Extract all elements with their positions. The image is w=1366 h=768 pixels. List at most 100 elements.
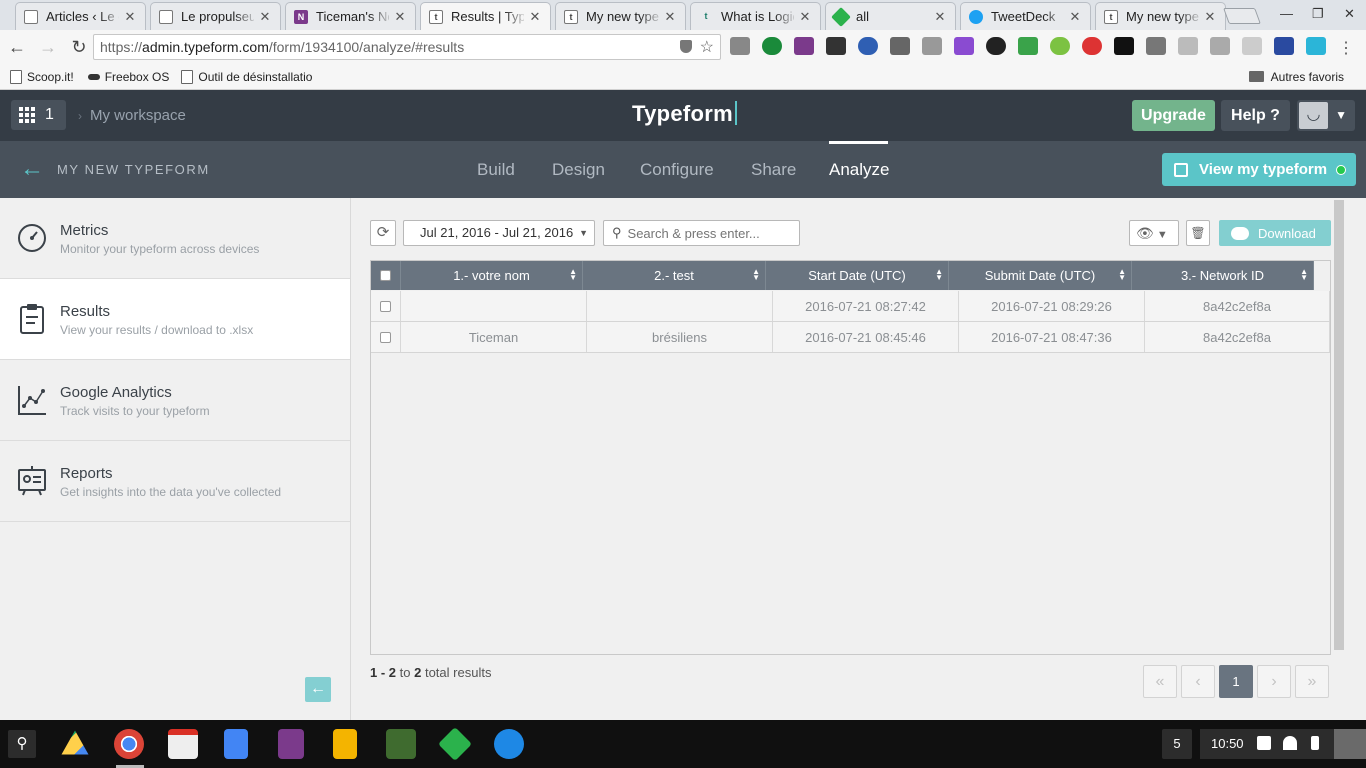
- extension-icon[interactable]: [986, 37, 1006, 55]
- browser-tab-active[interactable]: tResults | Type✕: [420, 2, 551, 30]
- tab-share[interactable]: Share: [751, 160, 796, 180]
- gmail-icon[interactable]: [168, 729, 198, 759]
- extension-icon[interactable]: [1146, 37, 1166, 55]
- notification-count[interactable]: 5: [1162, 729, 1192, 759]
- feedly-icon[interactable]: [438, 727, 472, 761]
- page-button-current[interactable]: 1: [1219, 665, 1253, 698]
- tab-configure[interactable]: Configure: [640, 160, 714, 180]
- column-header[interactable]: Start Date (UTC) ▲ ▼: [766, 261, 949, 290]
- maximize-icon[interactable]: ❐: [1312, 6, 1324, 22]
- close-icon[interactable]: ✕: [393, 9, 407, 25]
- close-icon[interactable]: ✕: [258, 9, 272, 25]
- back-icon[interactable]: ←: [3, 33, 31, 61]
- rss-icon[interactable]: [1242, 37, 1262, 55]
- extension-icon[interactable]: [1274, 37, 1294, 55]
- close-icon[interactable]: ✕: [798, 9, 812, 25]
- onenote-icon[interactable]: [278, 729, 304, 759]
- menu-icon[interactable]: ⋮: [1338, 38, 1354, 58]
- browser-tab[interactable]: tMy new typefo✕: [555, 2, 686, 30]
- column-header[interactable]: 1.- votre nom ▲ ▼: [401, 261, 583, 290]
- tab-build[interactable]: Build: [477, 160, 515, 180]
- browser-tab[interactable]: N Ticeman's No ✕: [285, 2, 416, 30]
- app-icon[interactable]: [386, 729, 416, 759]
- browser-tab[interactable]: TweetDeck ✕: [960, 2, 1091, 30]
- help-button[interactable]: Help ?: [1221, 100, 1290, 131]
- bookmark-star-icon[interactable]: ☆: [700, 37, 714, 57]
- sort-icon[interactable]: ▲ ▼: [1118, 268, 1126, 282]
- bookmark-item[interactable]: Outil de désinstallatio: [181, 69, 312, 84]
- sidebar-item-metrics[interactable]: Metrics Monitor your typeform across dev…: [0, 198, 350, 279]
- shield-icon[interactable]: [680, 40, 692, 53]
- sidebar-item-results[interactable]: Results View your results / download to …: [0, 279, 350, 360]
- close-window-icon[interactable]: ✕: [1344, 6, 1355, 22]
- extension-icon[interactable]: [1178, 37, 1198, 55]
- extension-icon[interactable]: [826, 37, 846, 55]
- table-row[interactable]: Ticeman brésiliens 2016-07-21 08:45:46 2…: [371, 322, 1330, 353]
- next-page-button[interactable]: ›: [1257, 665, 1291, 698]
- extension-icon[interactable]: [890, 37, 910, 55]
- column-header[interactable]: 3.- Network ID ▲ ▼: [1132, 261, 1314, 290]
- google-slides-icon[interactable]: [333, 729, 357, 759]
- extension-icon[interactable]: [1210, 37, 1230, 55]
- brackets-icon[interactable]: [1306, 37, 1326, 55]
- bookmark-item[interactable]: Freebox OS: [87, 70, 169, 84]
- row-checkbox[interactable]: [380, 300, 391, 312]
- extension-icon[interactable]: [730, 37, 750, 55]
- browser-tab[interactable]: Articles ‹ Le co✕: [15, 2, 146, 30]
- first-page-button[interactable]: «: [1143, 665, 1177, 698]
- collapse-sidebar-button[interactable]: ←: [305, 677, 331, 702]
- new-tab-button[interactable]: [1223, 8, 1261, 24]
- back-arrow-icon[interactable]: ←: [20, 157, 44, 181]
- minimize-icon[interactable]: —: [1280, 6, 1293, 21]
- sidebar-item-reports[interactable]: Reports Get insights into the data you'v…: [0, 441, 350, 522]
- browser-tab[interactable]: t What is Logic ✕: [690, 2, 821, 30]
- onenote-icon[interactable]: [794, 37, 814, 55]
- browser-tab[interactable]: tMy new typefo✕: [1095, 2, 1226, 30]
- select-all-checkbox[interactable]: [380, 270, 391, 281]
- apps-button[interactable]: 1: [11, 100, 66, 130]
- column-header[interactable]: Submit Date (UTC) ▲ ▼: [949, 261, 1132, 290]
- extension-icon[interactable]: [1114, 37, 1134, 55]
- date-range-select[interactable]: Jul 21, 2016 - Jul 21, 2016 ▼: [403, 220, 595, 246]
- delete-button[interactable]: 🗑: [1186, 220, 1210, 246]
- last-page-button[interactable]: »: [1295, 665, 1329, 698]
- browser-tab[interactable]: Le propulseur ✕: [150, 2, 281, 30]
- search-input[interactable]: [627, 225, 788, 241]
- browser-tab[interactable]: all ✕: [825, 2, 956, 30]
- extension-icon[interactable]: [1050, 37, 1070, 55]
- forward-icon[interactable]: →: [34, 33, 62, 61]
- download-button[interactable]: Download: [1219, 220, 1331, 246]
- files-icon[interactable]: [494, 729, 524, 759]
- other-bookmarks[interactable]: Autres favoris: [1248, 70, 1344, 84]
- close-icon[interactable]: ✕: [663, 9, 677, 25]
- row-checkbox[interactable]: [380, 331, 391, 343]
- google-docs-icon[interactable]: [224, 729, 248, 759]
- bookmark-item[interactable]: Scoop.it!: [10, 69, 74, 84]
- tab-design[interactable]: Design: [552, 160, 605, 180]
- sidebar-item-google-analytics[interactable]: Google Analytics Track visits to your ty…: [0, 360, 350, 441]
- extension-icon[interactable]: [858, 37, 878, 55]
- camera-icon[interactable]: [922, 37, 942, 55]
- address-bar[interactable]: https://admin.typeform.com/form/1934100/…: [93, 34, 721, 60]
- account-menu[interactable]: ◡ ▼: [1297, 100, 1355, 131]
- close-icon[interactable]: ✕: [1068, 9, 1082, 25]
- google-drive-icon[interactable]: [61, 730, 89, 755]
- scrollbar[interactable]: [1334, 200, 1344, 650]
- sort-icon[interactable]: ▲ ▼: [569, 268, 577, 282]
- sort-icon[interactable]: ▲ ▼: [752, 268, 760, 282]
- sort-icon[interactable]: ▲ ▼: [1300, 268, 1308, 282]
- sort-icon[interactable]: ▲ ▼: [935, 268, 943, 282]
- extension-icon[interactable]: [1082, 37, 1102, 55]
- prev-page-button[interactable]: ‹: [1181, 665, 1215, 698]
- avatar[interactable]: [1334, 729, 1366, 759]
- search-field[interactable]: ⚲: [603, 220, 800, 246]
- table-row[interactable]: 2016-07-21 08:27:42 2016-07-21 08:29:26 …: [371, 291, 1330, 322]
- upgrade-button[interactable]: Upgrade: [1132, 100, 1215, 131]
- refresh-icon[interactable]: ⟳: [370, 220, 396, 246]
- close-icon[interactable]: ✕: [933, 9, 947, 25]
- extension-icon[interactable]: [762, 37, 782, 55]
- reload-icon[interactable]: ↻: [65, 33, 93, 61]
- extension-icon[interactable]: [954, 37, 974, 55]
- close-icon[interactable]: ✕: [528, 9, 542, 25]
- close-icon[interactable]: ✕: [123, 9, 137, 25]
